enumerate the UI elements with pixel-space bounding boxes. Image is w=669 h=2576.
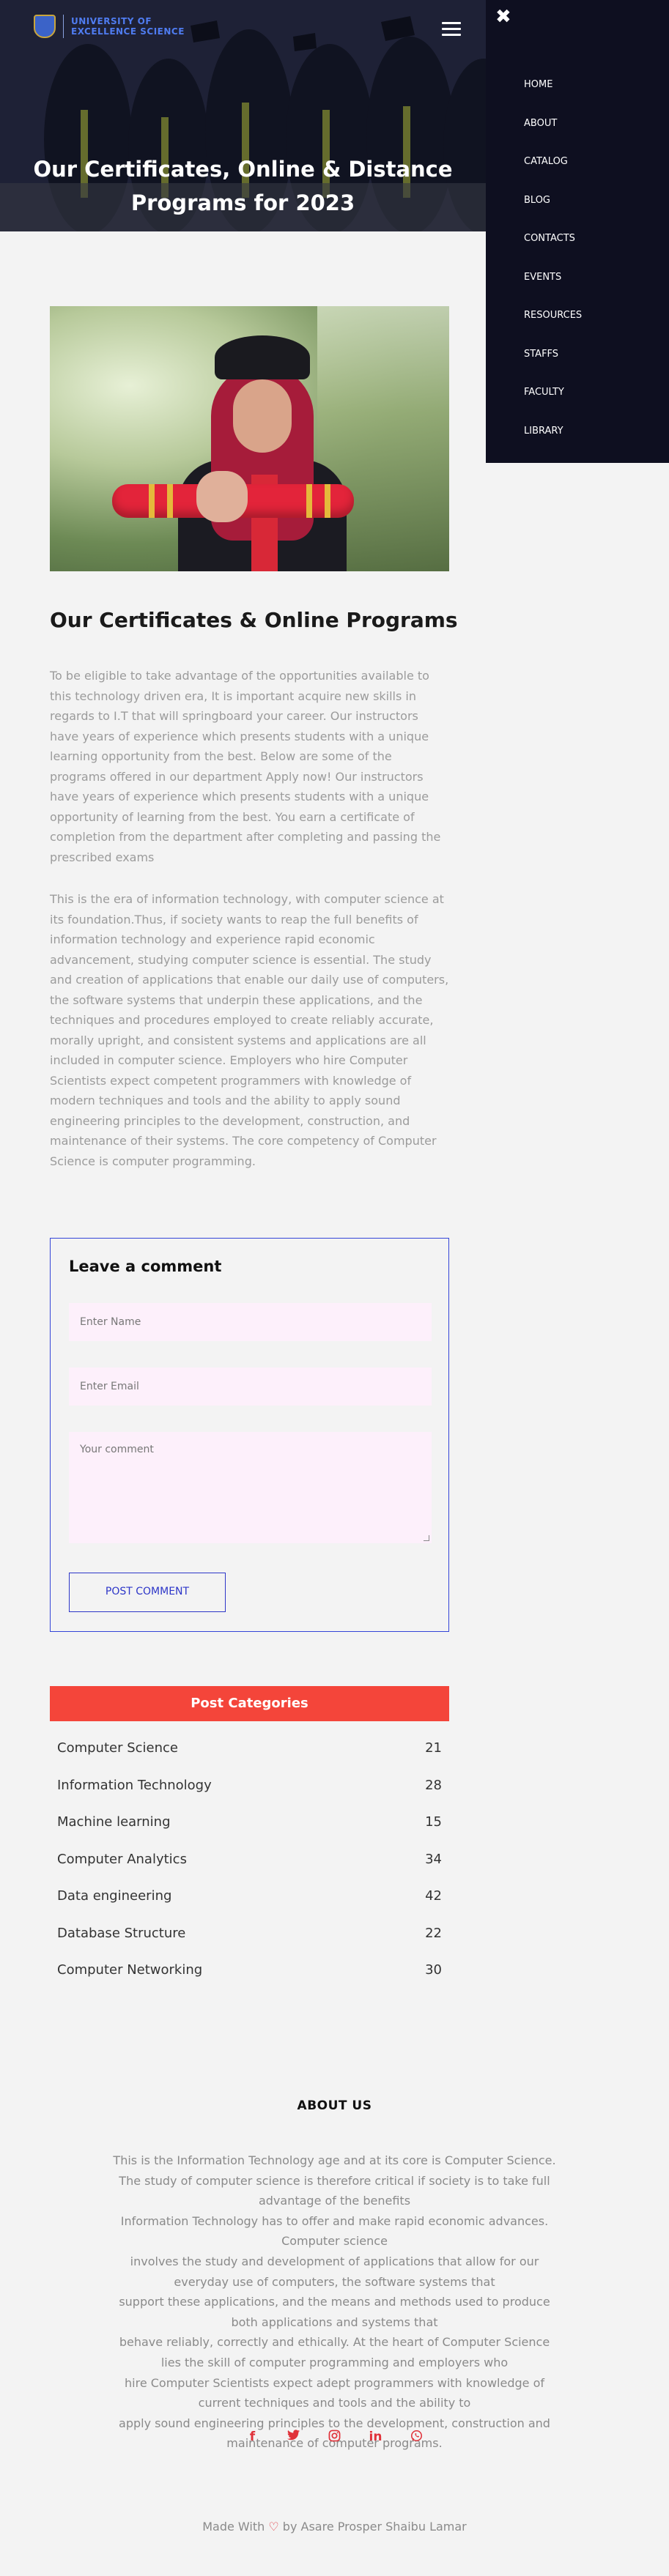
- hero-title: Our Certificates, Online & Distance Prog…: [33, 157, 453, 215]
- about-line: support these applications, and the mean…: [119, 2295, 550, 2309]
- post-categories-header: Post Categories: [50, 1686, 449, 1721]
- category-item[interactable]: Data engineering 42: [57, 1888, 442, 1926]
- category-item[interactable]: Computer Science 21: [57, 1740, 442, 1778]
- nav-item-staffs[interactable]: STAFFS: [524, 345, 582, 384]
- twitter-icon[interactable]: [285, 2430, 303, 2446]
- article-paragraph-1: To be eligible to take advantage of the …: [50, 669, 441, 864]
- made-with-credit: Made With ♡ by Asare Prosper Shaibu Lama…: [0, 2520, 669, 2534]
- category-count: 34: [425, 1851, 442, 1867]
- about-line: involves the study and development of ap…: [130, 2254, 539, 2268]
- category-name: Computer Analytics: [57, 1851, 187, 1867]
- site-logo[interactable]: UNIVERSITY OF EXCELLENCE SCIENCE: [34, 15, 185, 38]
- hamburger-menu-icon[interactable]: [442, 22, 461, 37]
- instagram-icon[interactable]: [326, 2430, 344, 2446]
- nav-item-faculty[interactable]: FACULTY: [524, 383, 582, 422]
- category-count: 30: [425, 1962, 442, 1978]
- nav-list: HOME ABOUT CATALOG BLOG CONTACTS EVENTS …: [524, 75, 582, 460]
- main-content: Our Certificates & Online Programs To be…: [0, 231, 669, 2576]
- about-line: This is the Information Technology age a…: [113, 2153, 556, 2167]
- whatsapp-icon[interactable]: [408, 2430, 426, 2446]
- email-input[interactable]: Enter Email: [69, 1367, 432, 1406]
- about-line: advantage of the benefits: [258, 2194, 411, 2208]
- made-with-author: by Asare Prosper Shaibu Lamar: [282, 2520, 467, 2534]
- about-line: The study of computer science is therefo…: [119, 2173, 550, 2188]
- nav-item-library[interactable]: LIBRARY: [524, 422, 582, 461]
- heart-icon: ♡: [268, 2520, 279, 2534]
- about-line: hire Computer Scientists expect adept pr…: [125, 2375, 544, 2390]
- category-item[interactable]: Machine learning 15: [57, 1814, 442, 1852]
- about-line: both applications and systems that: [231, 2315, 438, 2329]
- comment-textarea[interactable]: Your comment: [69, 1432, 432, 1543]
- logo-line-2: EXCELLENCE SCIENCE: [71, 26, 185, 37]
- nav-item-catalog[interactable]: CATALOG: [524, 152, 582, 191]
- category-item[interactable]: Information Technology 28: [57, 1778, 442, 1815]
- category-name: Computer Networking: [57, 1962, 203, 1978]
- nav-item-blog[interactable]: BLOG: [524, 191, 582, 230]
- nav-item-home[interactable]: HOME: [524, 75, 582, 114]
- about-line: current techniques and tools and the abi…: [198, 2396, 471, 2410]
- article-title: Our Certificates & Online Programs: [50, 608, 458, 632]
- name-input[interactable]: Enter Name: [69, 1303, 432, 1341]
- resize-handle-icon[interactable]: [424, 1535, 429, 1541]
- nav-item-resources[interactable]: RESOURCES: [524, 306, 582, 345]
- category-name: Information Technology: [57, 1777, 212, 1793]
- comment-form: Leave a comment Enter Name Enter Email Y…: [50, 1238, 449, 1632]
- category-item[interactable]: Computer Networking 30: [57, 1962, 442, 2000]
- nav-item-contacts[interactable]: CONTACTS: [524, 229, 582, 268]
- graduate-photo: [50, 306, 449, 571]
- category-name: Machine learning: [57, 1814, 171, 1830]
- category-count: 28: [425, 1777, 442, 1793]
- logo-divider: [63, 15, 64, 38]
- category-count: 22: [425, 1925, 442, 1941]
- category-count: 21: [425, 1740, 442, 1756]
- crest-icon: [34, 15, 56, 38]
- post-comment-button[interactable]: POST COMMENT: [69, 1573, 226, 1612]
- nav-item-events[interactable]: EVENTS: [524, 268, 582, 307]
- category-name: Database Structure: [57, 1925, 186, 1941]
- side-navigation: ✖ HOME ABOUT CATALOG BLOG CONTACTS EVENT…: [486, 0, 669, 463]
- comment-placeholder: Your comment: [80, 1444, 154, 1455]
- logo-line-1: UNIVERSITY OF: [71, 16, 152, 26]
- article-paragraph-2: This is the era of information technolog…: [50, 892, 449, 1168]
- about-line: behave reliably, correctly and ethically…: [119, 2335, 550, 2350]
- facebook-icon[interactable]: f: [244, 2430, 262, 2446]
- category-count: 15: [425, 1814, 442, 1830]
- category-item[interactable]: Database Structure 22: [57, 1926, 442, 1963]
- category-name: Computer Science: [57, 1740, 178, 1756]
- category-item[interactable]: Computer Analytics 34: [57, 1852, 442, 1889]
- social-links: f in: [0, 2430, 669, 2446]
- close-icon[interactable]: ✖: [495, 6, 511, 28]
- about-line: Information Technology has to offer and …: [120, 2213, 549, 2228]
- about-us-text: This is the Information Technology age a…: [6, 2150, 663, 2454]
- category-count: 42: [425, 1888, 442, 1904]
- logo-text: UNIVERSITY OF EXCELLENCE SCIENCE: [71, 16, 185, 37]
- made-with-prefix: Made With: [202, 2520, 265, 2534]
- nav-item-about[interactable]: ABOUT: [524, 114, 582, 153]
- about-us-title: ABOUT US: [297, 2098, 372, 2113]
- about-line: Computer science: [281, 2234, 388, 2249]
- category-name: Data engineering: [57, 1888, 172, 1904]
- about-line: lies the skill of computer programming a…: [160, 2355, 509, 2369]
- linkedin-icon[interactable]: in: [367, 2430, 385, 2446]
- comment-form-title: Leave a comment: [69, 1258, 222, 1275]
- category-list: Computer Science 21 Information Technolog…: [57, 1740, 442, 2000]
- about-line: everyday use of computers, the software …: [174, 2274, 495, 2289]
